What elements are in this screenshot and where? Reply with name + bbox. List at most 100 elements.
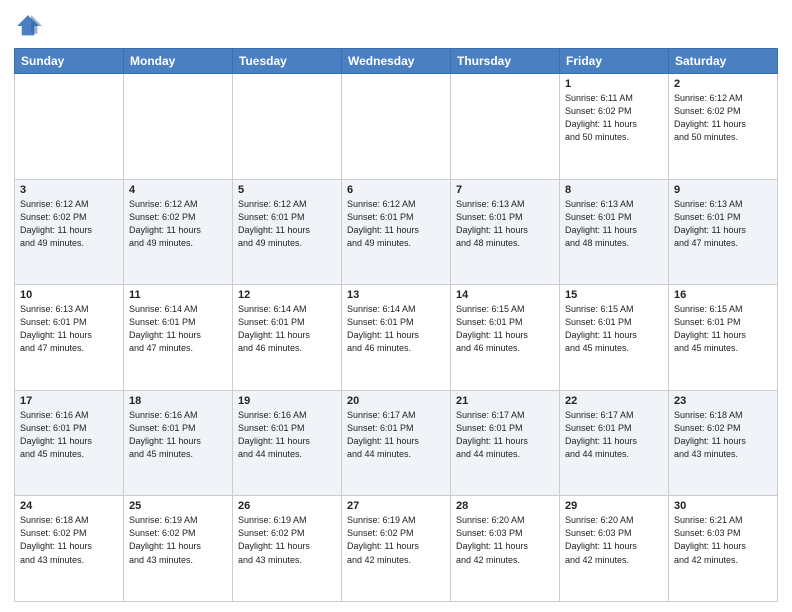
day-info: Sunrise: 6:21 AM Sunset: 6:03 PM Dayligh… [674, 514, 772, 566]
day-info: Sunrise: 6:16 AM Sunset: 6:01 PM Dayligh… [129, 409, 227, 461]
day-number: 13 [347, 289, 445, 301]
day-cell: 29 Sunrise: 6:20 AM Sunset: 6:03 PM Dayli… [560, 496, 669, 602]
day-info: Sunrise: 6:12 AM Sunset: 6:02 PM Dayligh… [20, 198, 118, 250]
day-cell [15, 74, 124, 180]
logo-icon [14, 12, 42, 40]
day-number: 30 [674, 500, 772, 512]
header [14, 12, 778, 40]
day-number: 29 [565, 500, 663, 512]
day-info: Sunrise: 6:16 AM Sunset: 6:01 PM Dayligh… [20, 409, 118, 461]
day-number: 14 [456, 289, 554, 301]
day-info: Sunrise: 6:18 AM Sunset: 6:02 PM Dayligh… [674, 409, 772, 461]
weekday-thursday: Thursday [451, 49, 560, 74]
day-info: Sunrise: 6:15 AM Sunset: 6:01 PM Dayligh… [674, 303, 772, 355]
day-cell: 6 Sunrise: 6:12 AM Sunset: 6:01 PM Daylig… [342, 179, 451, 285]
day-number: 9 [674, 184, 772, 196]
day-cell: 15 Sunrise: 6:15 AM Sunset: 6:01 PM Dayli… [560, 285, 669, 391]
weekday-monday: Monday [124, 49, 233, 74]
day-cell: 8Sunrise: 6:13 AM Sunset: 6:01 PM Daylig… [560, 179, 669, 285]
day-cell: 23 Sunrise: 6:18 AM Sunset: 6:02 PM Dayli… [669, 390, 778, 496]
day-cell: 20 Sunrise: 6:17 AM Sunset: 6:01 PM Dayli… [342, 390, 451, 496]
week-row-1: 1Sunrise: 6:11 AM Sunset: 6:02 PM Daylig… [15, 74, 778, 180]
day-number: 3 [20, 184, 118, 196]
day-cell: 9 Sunrise: 6:13 AM Sunset: 6:01 PM Daylig… [669, 179, 778, 285]
day-cell [124, 74, 233, 180]
day-info: Sunrise: 6:14 AM Sunset: 6:01 PM Dayligh… [238, 303, 336, 355]
weekday-sunday: Sunday [15, 49, 124, 74]
day-info: Sunrise: 6:17 AM Sunset: 6:01 PM Dayligh… [347, 409, 445, 461]
weekday-wednesday: Wednesday [342, 49, 451, 74]
day-info: Sunrise: 6:14 AM Sunset: 6:01 PM Dayligh… [129, 303, 227, 355]
day-info: Sunrise: 6:12 AM Sunset: 6:02 PM Dayligh… [674, 92, 772, 144]
day-cell: 25 Sunrise: 6:19 AM Sunset: 6:02 PM Dayli… [124, 496, 233, 602]
day-info: Sunrise: 6:13 AM Sunset: 6:01 PM Dayligh… [20, 303, 118, 355]
day-cell: 7 Sunrise: 6:13 AM Sunset: 6:01 PM Daylig… [451, 179, 560, 285]
day-info: Sunrise: 6:20 AM Sunset: 6:03 PM Dayligh… [565, 514, 663, 566]
day-cell: 17 Sunrise: 6:16 AM Sunset: 6:01 PM Dayli… [15, 390, 124, 496]
day-number: 5 [238, 184, 336, 196]
day-number: 17 [20, 395, 118, 407]
day-cell: 19 Sunrise: 6:16 AM Sunset: 6:01 PM Dayli… [233, 390, 342, 496]
day-info: Sunrise: 6:19 AM Sunset: 6:02 PM Dayligh… [238, 514, 336, 566]
day-cell: 27 Sunrise: 6:19 AM Sunset: 6:02 PM Dayli… [342, 496, 451, 602]
day-cell: 3 Sunrise: 6:12 AM Sunset: 6:02 PM Daylig… [15, 179, 124, 285]
day-info: Sunrise: 6:12 AM Sunset: 6:01 PM Dayligh… [347, 198, 445, 250]
day-number: 26 [238, 500, 336, 512]
day-number: 7 [456, 184, 554, 196]
day-cell: 13 Sunrise: 6:14 AM Sunset: 6:01 PM Dayli… [342, 285, 451, 391]
day-cell: 21 Sunrise: 6:17 AM Sunset: 6:01 PM Dayli… [451, 390, 560, 496]
day-cell: 30 Sunrise: 6:21 AM Sunset: 6:03 PM Dayli… [669, 496, 778, 602]
day-cell [451, 74, 560, 180]
day-info: Sunrise: 6:17 AM Sunset: 6:01 PM Dayligh… [456, 409, 554, 461]
logo [14, 12, 46, 40]
day-cell: 5Sunrise: 6:12 AM Sunset: 6:01 PM Daylig… [233, 179, 342, 285]
day-number: 24 [20, 500, 118, 512]
day-number: 27 [347, 500, 445, 512]
day-cell: 11 Sunrise: 6:14 AM Sunset: 6:01 PM Dayli… [124, 285, 233, 391]
weekday-friday: Friday [560, 49, 669, 74]
day-info: Sunrise: 6:19 AM Sunset: 6:02 PM Dayligh… [129, 514, 227, 566]
day-info: Sunrise: 6:14 AM Sunset: 6:01 PM Dayligh… [347, 303, 445, 355]
day-number: 19 [238, 395, 336, 407]
day-info: Sunrise: 6:15 AM Sunset: 6:01 PM Dayligh… [565, 303, 663, 355]
day-info: Sunrise: 6:18 AM Sunset: 6:02 PM Dayligh… [20, 514, 118, 566]
day-info: Sunrise: 6:13 AM Sunset: 6:01 PM Dayligh… [456, 198, 554, 250]
week-row-4: 17 Sunrise: 6:16 AM Sunset: 6:01 PM Dayli… [15, 390, 778, 496]
day-number: 6 [347, 184, 445, 196]
day-cell: 4 Sunrise: 6:12 AM Sunset: 6:02 PM Daylig… [124, 179, 233, 285]
weekday-header-row: SundayMondayTuesdayWednesdayThursdayFrid… [15, 49, 778, 74]
day-cell: 24 Sunrise: 6:18 AM Sunset: 6:02 PM Dayli… [15, 496, 124, 602]
day-number: 8 [565, 184, 663, 196]
day-cell: 18 Sunrise: 6:16 AM Sunset: 6:01 PM Dayli… [124, 390, 233, 496]
day-number: 25 [129, 500, 227, 512]
day-number: 15 [565, 289, 663, 301]
page: SundayMondayTuesdayWednesdayThursdayFrid… [0, 0, 792, 612]
day-number: 16 [674, 289, 772, 301]
day-number: 10 [20, 289, 118, 301]
day-info: Sunrise: 6:13 AM Sunset: 6:01 PM Dayligh… [674, 198, 772, 250]
day-number: 21 [456, 395, 554, 407]
day-cell: 12 Sunrise: 6:14 AM Sunset: 6:01 PM Dayli… [233, 285, 342, 391]
day-info: Sunrise: 6:16 AM Sunset: 6:01 PM Dayligh… [238, 409, 336, 461]
day-number: 1 [565, 78, 663, 90]
day-number: 11 [129, 289, 227, 301]
day-number: 28 [456, 500, 554, 512]
day-info: Sunrise: 6:17 AM Sunset: 6:01 PM Dayligh… [565, 409, 663, 461]
day-number: 12 [238, 289, 336, 301]
day-info: Sunrise: 6:12 AM Sunset: 6:02 PM Dayligh… [129, 198, 227, 250]
day-cell [233, 74, 342, 180]
weekday-saturday: Saturday [669, 49, 778, 74]
day-cell: 14Sunrise: 6:15 AM Sunset: 6:01 PM Dayli… [451, 285, 560, 391]
day-cell: 22Sunrise: 6:17 AM Sunset: 6:01 PM Dayli… [560, 390, 669, 496]
day-cell: 16 Sunrise: 6:15 AM Sunset: 6:01 PM Dayli… [669, 285, 778, 391]
day-info: Sunrise: 6:19 AM Sunset: 6:02 PM Dayligh… [347, 514, 445, 566]
day-cell: 2Sunrise: 6:12 AM Sunset: 6:02 PM Daylig… [669, 74, 778, 180]
day-info: Sunrise: 6:20 AM Sunset: 6:03 PM Dayligh… [456, 514, 554, 566]
day-number: 18 [129, 395, 227, 407]
calendar-table: SundayMondayTuesdayWednesdayThursdayFrid… [14, 48, 778, 602]
day-cell: 26 Sunrise: 6:19 AM Sunset: 6:02 PM Dayli… [233, 496, 342, 602]
day-number: 20 [347, 395, 445, 407]
day-cell: 1Sunrise: 6:11 AM Sunset: 6:02 PM Daylig… [560, 74, 669, 180]
day-number: 23 [674, 395, 772, 407]
day-number: 4 [129, 184, 227, 196]
